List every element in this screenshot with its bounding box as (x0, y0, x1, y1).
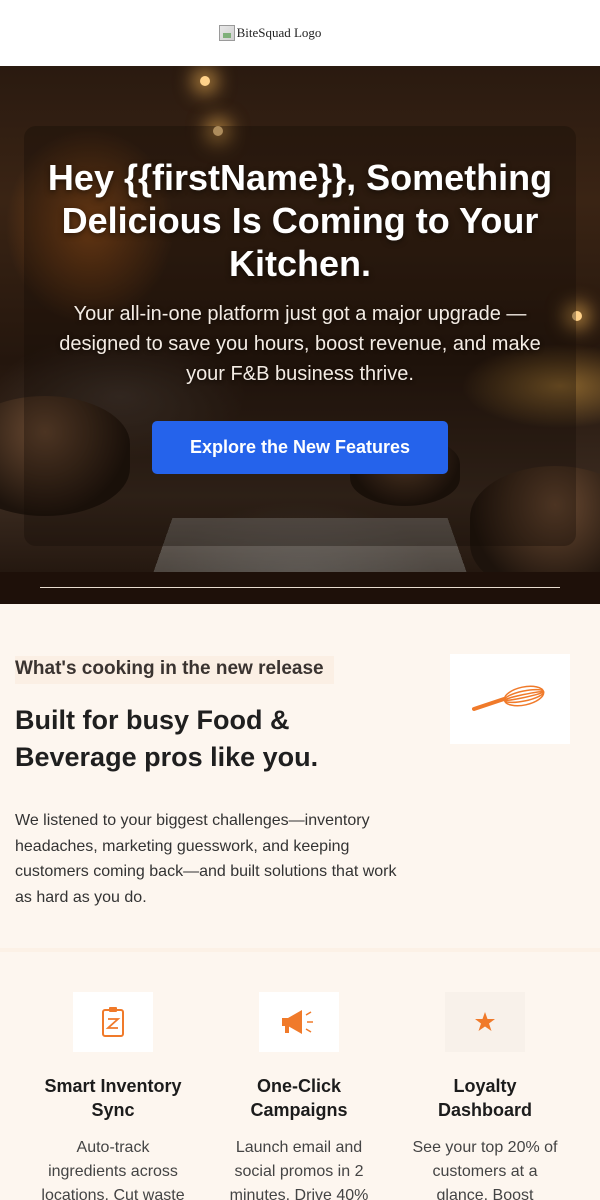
feature-body: See your top 20% of customers at a glanc… (412, 1139, 558, 1200)
feature-title: One-Click Campaigns (250, 1076, 348, 1120)
feature-icon-box (445, 992, 525, 1052)
intro-section: What's cooking in the new release Built … (0, 604, 600, 948)
feature-icon-box (259, 992, 339, 1052)
hero-title: Hey {{firstName}}, Something Delicious I… (47, 157, 553, 284)
feature-body: Launch email and social promos in 2 minu… (229, 1139, 369, 1200)
feature-body: Auto-track ingredients across locations.… (41, 1139, 185, 1200)
hero-subtitle: Your all-in-one platform just got a majo… (59, 303, 541, 385)
intro-body: We listened to your biggest challenges—i… (15, 812, 397, 906)
whisk-icon (472, 685, 545, 711)
features-section: Smart Inventory Sync Auto-track ingredie… (0, 948, 600, 1200)
bitesquad-logo[interactable]: BiteSquad Logo (218, 25, 322, 41)
feature-card-loyalty: Loyalty Dashboard See your top 20% of cu… (392, 992, 578, 1200)
feature-title: Smart Inventory Sync (44, 1076, 182, 1120)
hero-banner: Hey {{firstName}}, Something Delicious I… (0, 66, 600, 604)
explore-features-button[interactable]: Explore the New Features (152, 421, 448, 474)
email-header: BiteSquad Logo (0, 0, 600, 66)
feature-icon-box (73, 992, 153, 1052)
whisk-image (450, 654, 570, 744)
section-label: What's cooking in the new release (15, 656, 334, 684)
hero-bottom-band (0, 572, 600, 604)
logo-alt-text: BiteSquad Logo (236, 25, 322, 40)
feature-card-inventory: Smart Inventory Sync Auto-track ingredie… (20, 992, 206, 1200)
feature-title: Loyalty Dashboard (437, 1076, 533, 1120)
megaphone-icon (282, 1010, 313, 1034)
lamp-light (200, 76, 210, 86)
intro-title: Built for busy Food & Beverage pros like… (15, 705, 319, 772)
clipboard-icon (102, 1007, 124, 1037)
logo-image-icon (218, 25, 235, 41)
star-icon (475, 1012, 495, 1031)
feature-card-campaigns: One-Click Campaigns Launch email and soc… (206, 992, 392, 1200)
hero-content: Hey {{firstName}}, Something Delicious I… (0, 156, 600, 474)
divider (40, 587, 560, 588)
